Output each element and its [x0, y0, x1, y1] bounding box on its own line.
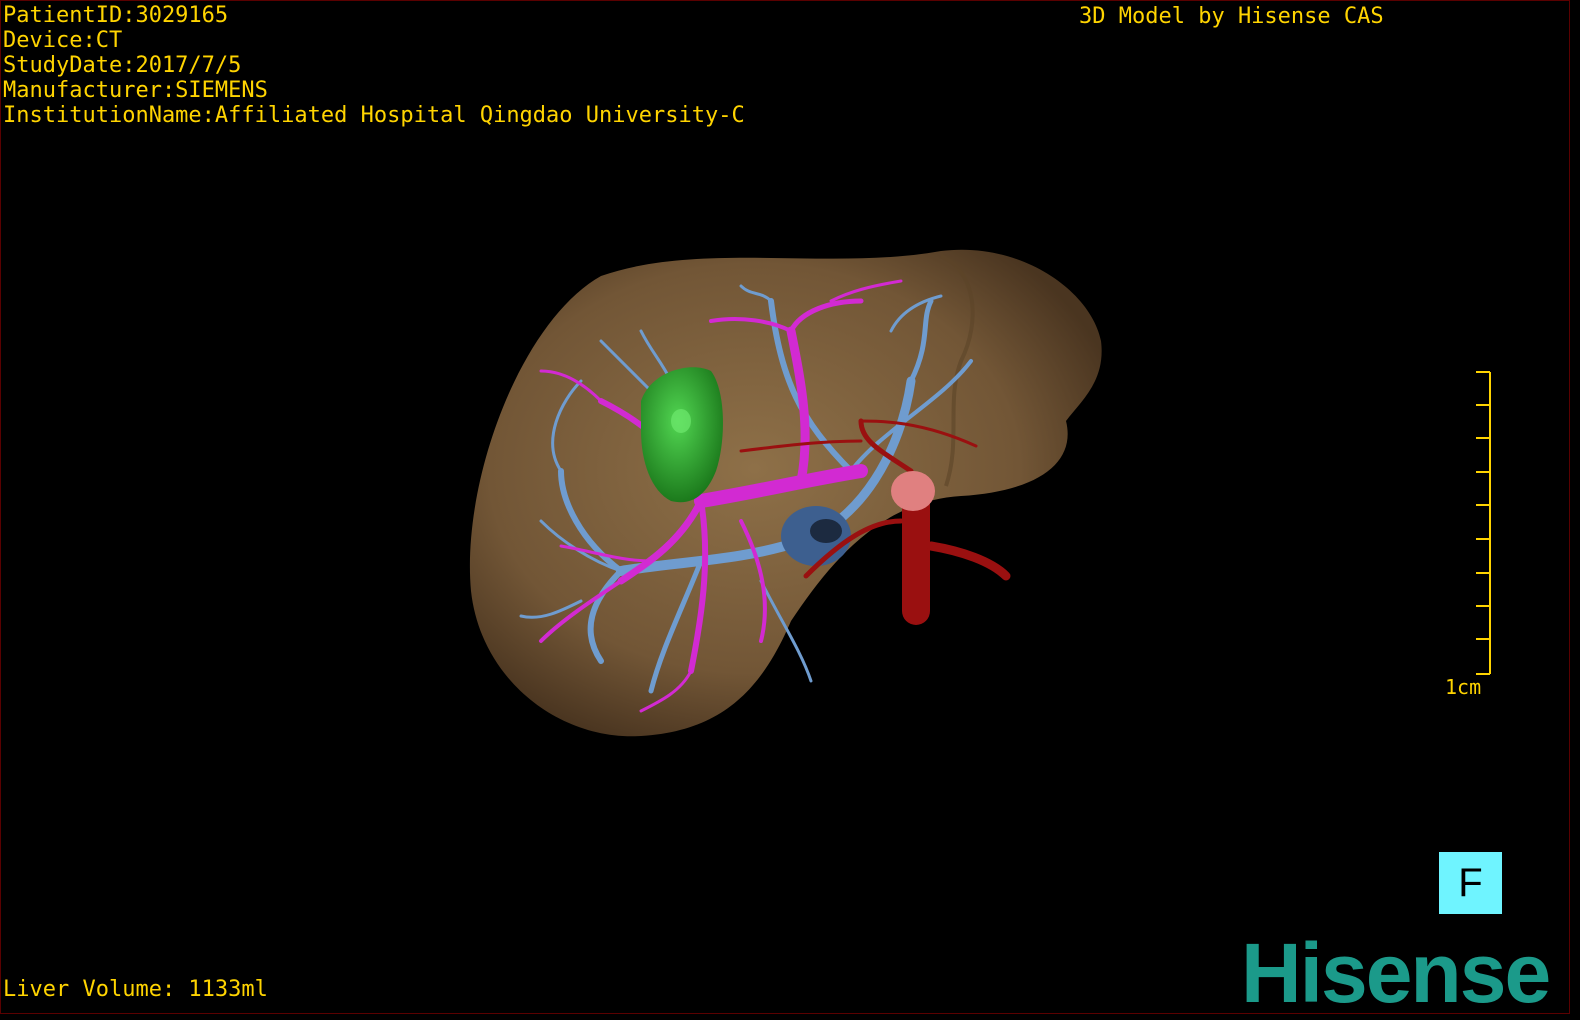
scale-bar [1476, 371, 1491, 675]
device: Device:CT [3, 28, 123, 53]
liver-3d-model[interactable] [1, 1, 1569, 1013]
scale-label: 1cm [1445, 675, 1482, 699]
ivc-lumen [810, 519, 842, 543]
patient-info: PatientID:3029165 Device:CT StudyDate:20… [3, 3, 745, 128]
orientation-cube-button[interactable]: F [1439, 852, 1502, 914]
hisense-logo: Hisense [1241, 926, 1551, 1014]
3d-viewport[interactable]: PatientID:3029165 Device:CT StudyDate:20… [0, 0, 1570, 1014]
scale-ruler [1476, 371, 1491, 675]
patient-id: PatientID:3029165 [3, 3, 229, 28]
liver-volume: Liver Volume: 1133ml [3, 977, 268, 1002]
study-date: StudyDate:2017/7/5 [3, 53, 242, 78]
manufacturer: Manufacturer:SIEMENS [3, 78, 268, 103]
institution-name: InstitutionName:Affiliated Hospital Qing… [3, 103, 745, 128]
tumor [641, 367, 723, 503]
aorta-top [891, 471, 935, 511]
tumor-highlight [671, 409, 691, 433]
model-credit: 3D Model by Hisense CAS [1079, 4, 1384, 29]
